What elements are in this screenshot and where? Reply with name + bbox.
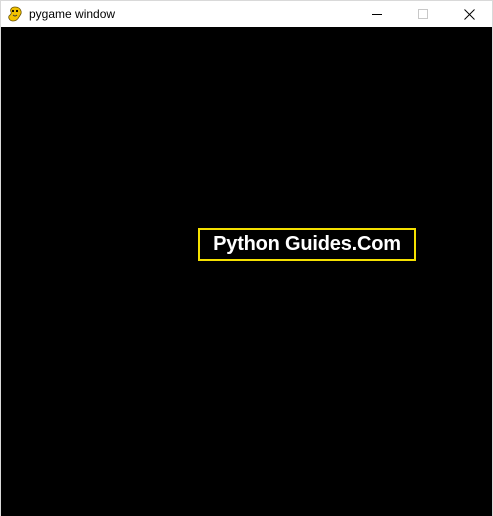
pygame-snake-icon — [7, 6, 23, 22]
text-box: Python Guides.Com — [198, 228, 416, 261]
python-guides-text: Python Guides.Com — [213, 233, 401, 255]
maximize-button[interactable] — [400, 1, 446, 27]
pygame-window: pygame window Python Guides.Com — [0, 0, 493, 516]
minimize-icon — [372, 9, 382, 19]
maximize-icon — [418, 9, 428, 19]
window-title: pygame window — [29, 7, 116, 21]
close-button[interactable] — [446, 1, 492, 27]
title-bar[interactable]: pygame window — [1, 1, 492, 27]
close-icon — [463, 8, 475, 20]
game-canvas[interactable]: Python Guides.Com — [1, 27, 492, 516]
window-controls — [354, 1, 492, 27]
minimize-button[interactable] — [354, 1, 400, 27]
